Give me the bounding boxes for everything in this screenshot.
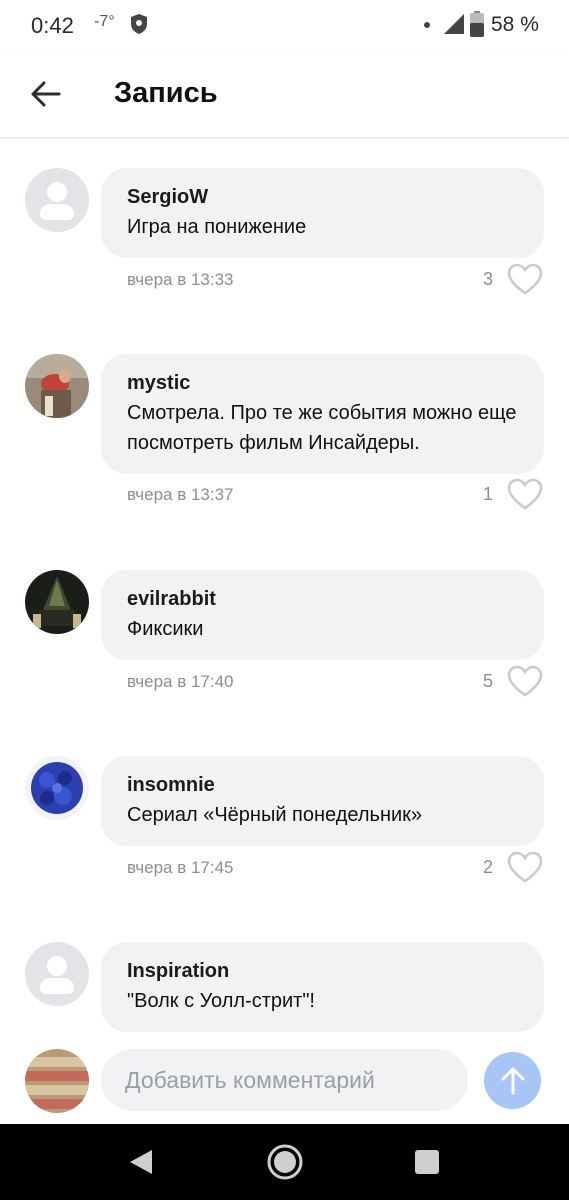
avatar[interactable] (25, 942, 89, 1006)
arrow-left-icon (31, 81, 61, 107)
heart-icon[interactable] (506, 477, 544, 511)
shield-icon (131, 14, 147, 34)
like-count: 3 (482, 269, 493, 289)
heart-icon[interactable] (506, 262, 544, 296)
comment-bubble[interactable]: evilrabbit Фиксики (101, 570, 544, 660)
comment-time: вчера в 17:40 (127, 672, 234, 691)
comment-bubble[interactable]: insomnie Сериал «Чёрный понедельник» (101, 756, 544, 846)
like-count: 2 (482, 857, 493, 877)
comment-item: SergioW Игра на понижение вчера в 13:33 … (0, 168, 569, 295)
like-count: 1 (482, 484, 493, 504)
avatar[interactable] (25, 570, 89, 634)
comment-text: Фиксики (127, 618, 204, 640)
comment-author[interactable]: evilrabbit (127, 586, 519, 612)
avatar[interactable] (25, 168, 89, 232)
page-title: Запись (114, 77, 218, 109)
comment-author[interactable]: Inspiration (127, 958, 519, 984)
status-bar: 0:42 -7° 58 % (0, 0, 569, 50)
back-button[interactable] (24, 72, 68, 116)
comment-item: Inspiration "Волк с Уолл-стрит"! (0, 942, 569, 1032)
notification-dot-icon (424, 22, 430, 28)
comment-author[interactable]: insomnie (127, 772, 519, 798)
comment-author[interactable]: mystic (127, 370, 519, 396)
arrow-up-icon (501, 1067, 524, 1094)
nav-recents-icon[interactable] (415, 1150, 439, 1174)
avatar[interactable] (25, 354, 89, 418)
comments-list: SergioW Игра на понижение вчера в 13:33 … (0, 138, 569, 1048)
comment-bubble[interactable]: mystic Смотрела. Про те же события можно… (101, 354, 544, 474)
comment-bubble[interactable]: Inspiration "Волк с Уолл-стрит"! (101, 942, 544, 1032)
send-button[interactable] (484, 1052, 541, 1109)
comment-input[interactable] (101, 1049, 468, 1111)
comment-author[interactable]: SergioW (127, 184, 519, 210)
system-nav-bar (0, 1124, 569, 1200)
comment-text: Смотрела. Про те же события можно еще по… (127, 402, 517, 454)
nav-back-icon[interactable] (128, 1148, 154, 1176)
signal-icon (444, 14, 464, 34)
app-header: Запись (0, 50, 569, 138)
comment-composer (0, 1040, 569, 1124)
comment-text: "Волк с Уолл-стрит"! (127, 990, 315, 1012)
comment-time: вчера в 13:37 (127, 485, 234, 504)
status-time: 0:42 (31, 13, 74, 38)
like-count: 5 (482, 671, 493, 691)
battery-icon (470, 11, 484, 37)
comment-time: вчера в 13:33 (127, 270, 234, 289)
avatar[interactable] (25, 756, 89, 820)
comment-text: Игра на понижение (127, 216, 307, 238)
nav-home-icon[interactable] (266, 1143, 304, 1181)
status-temperature: -7° (94, 13, 115, 30)
avatar[interactable] (25, 1049, 89, 1113)
battery-percent: 58 % (491, 13, 539, 36)
comment-bubble[interactable]: SergioW Игра на понижение (101, 168, 544, 258)
heart-icon[interactable] (506, 664, 544, 698)
comment-time: вчера в 17:45 (127, 858, 234, 877)
comment-text: Сериал «Чёрный понедельник» (127, 804, 423, 826)
heart-icon[interactable] (506, 850, 544, 884)
